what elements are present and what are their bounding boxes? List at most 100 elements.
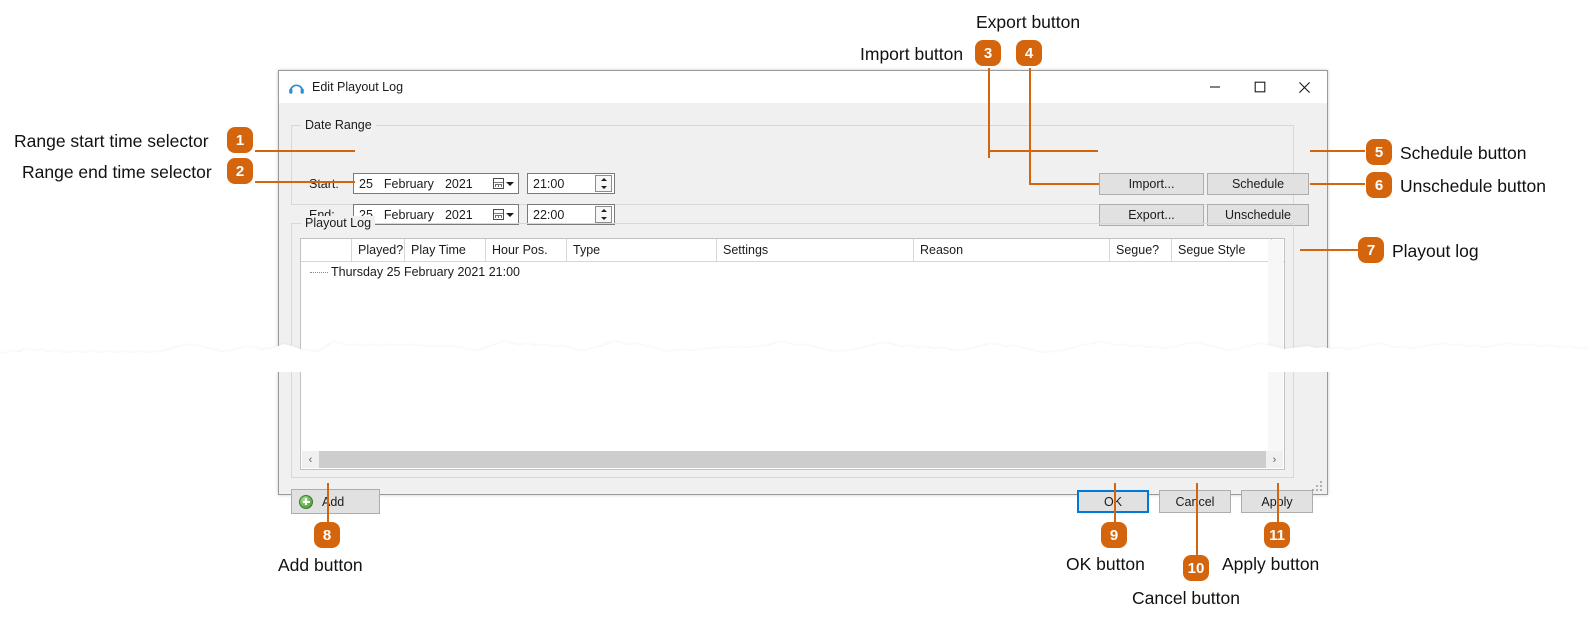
end-time-stepper-up[interactable] (596, 207, 611, 215)
scroll-left-button[interactable]: ‹ (302, 451, 319, 468)
annotation-label-10: Cancel button (1132, 588, 1240, 609)
playout-log-row[interactable]: Thursday 25 February 2021 21:00 (301, 262, 1284, 282)
close-button[interactable] (1282, 71, 1327, 103)
chevron-down-icon (506, 182, 514, 186)
end-time-stepper-down[interactable] (596, 215, 611, 223)
schedule-button[interactable]: Schedule (1207, 173, 1309, 195)
leader-line-4 (1029, 68, 1031, 184)
range-end-date-selector[interactable]: 25 February 2021 (353, 204, 519, 225)
leader-line-5 (1310, 150, 1365, 152)
minimize-icon (1209, 81, 1221, 93)
start-date-year[interactable]: 2021 (445, 177, 473, 191)
leader-line-2 (255, 181, 355, 183)
column-header-settings[interactable]: Settings (717, 239, 914, 261)
column-header-play-time[interactable]: Play Time (405, 239, 486, 261)
range-start-date-selector[interactable]: 25 February 2021 (353, 173, 519, 194)
end-date-year[interactable]: 2021 (445, 208, 473, 222)
annotation-label-11: Apply button (1222, 554, 1319, 575)
end-time-stepper[interactable] (595, 206, 612, 223)
range-start-time-selector[interactable]: 21:00 (527, 173, 615, 194)
playout-log-header-row: Played? Play Time Hour Pos. Type Setting… (301, 239, 1284, 262)
scroll-right-button[interactable]: › (1266, 451, 1283, 468)
add-button-label: Add (322, 495, 344, 509)
annotation-marker-7: 7 (1358, 237, 1384, 263)
resize-grip[interactable] (1312, 479, 1324, 491)
start-date-dropdown-button[interactable] (489, 174, 518, 193)
annotation-label-6: Unschedule button (1400, 176, 1546, 197)
vertical-scrollbar-track[interactable] (1268, 240, 1283, 451)
annotation-marker-10: 10 (1183, 555, 1209, 581)
column-header-hour-pos[interactable]: Hour Pos. (486, 239, 567, 261)
title-bar: Edit Playout Log (279, 71, 1327, 103)
column-header-blank[interactable] (301, 239, 352, 261)
edit-playout-log-dialog: Edit Playout Log Date Rang (278, 70, 1328, 495)
end-time-value[interactable]: 22:00 (528, 208, 595, 222)
column-header-segue[interactable]: Segue? (1110, 239, 1172, 261)
start-date-parts: 25 February 2021 (354, 177, 489, 191)
start-time-stepper-up[interactable] (596, 176, 611, 184)
annotation-marker-3: 3 (975, 40, 1001, 66)
playout-log-row-label: Thursday 25 February 2021 21:00 (331, 265, 520, 279)
chevron-down-icon (506, 213, 514, 217)
horizontal-scrollbar[interactable]: ‹ › (302, 451, 1283, 468)
start-time-stepper[interactable] (595, 175, 612, 192)
range-end-time-selector[interactable]: 22:00 (527, 204, 615, 225)
leader-line-4b (1029, 183, 1099, 185)
cancel-button[interactable]: Cancel (1159, 490, 1231, 513)
start-label: Start: (309, 177, 339, 191)
leader-line-6 (1310, 183, 1365, 185)
annotation-marker-5: 5 (1366, 139, 1392, 165)
column-header-type[interactable]: Type (567, 239, 717, 261)
annotation-label-1: Range start time selector (14, 131, 209, 152)
annotation-label-2: Range end time selector (22, 162, 212, 183)
dialog-body: Date Range Start: 25 February 2021 21:00… (279, 103, 1327, 494)
annotation-marker-1: 1 (227, 127, 253, 153)
leader-line-3 (988, 68, 990, 158)
leader-line-1 (255, 150, 355, 152)
close-icon (1298, 81, 1311, 94)
leader-line-7 (1300, 249, 1360, 251)
playout-log-group: Playout Log Played? Play Time Hour Pos. … (291, 223, 1294, 478)
add-circle-icon (299, 495, 313, 509)
calendar-icon (493, 209, 504, 220)
maximize-button[interactable] (1237, 71, 1282, 103)
leader-line-3b (988, 150, 1098, 152)
column-header-segue-style[interactable]: Segue Style (1172, 239, 1272, 261)
leader-line-9 (1114, 483, 1116, 523)
date-range-group-title: Date Range (301, 118, 376, 132)
annotation-marker-8: 8 (314, 522, 340, 548)
annotation-label-7: Playout log (1392, 241, 1479, 262)
annotation-marker-2: 2 (227, 158, 253, 184)
window-controls (1192, 71, 1327, 103)
annotation-marker-9: 9 (1101, 522, 1127, 548)
annotation-label-4: Export button (976, 12, 1080, 33)
playout-log-group-title: Playout Log (301, 216, 375, 230)
horizontal-scrollbar-thumb[interactable] (319, 451, 1266, 468)
annotation-label-5: Schedule button (1400, 143, 1527, 164)
column-header-reason[interactable]: Reason (914, 239, 1110, 261)
start-time-stepper-down[interactable] (596, 184, 611, 192)
annotation-marker-11: 11 (1264, 522, 1290, 548)
annotation-label-9: OK button (1066, 554, 1145, 575)
start-date-month[interactable]: February (384, 177, 434, 191)
window-title: Edit Playout Log (312, 80, 403, 94)
tree-connector-icon (310, 272, 328, 273)
add-button[interactable]: Add (291, 489, 380, 514)
ok-button[interactable]: OK (1077, 490, 1149, 513)
leader-line-8 (327, 483, 329, 523)
start-time-value[interactable]: 21:00 (528, 177, 595, 191)
annotation-label-8: Add button (278, 555, 363, 576)
maximize-icon (1254, 81, 1266, 93)
annotation-marker-4: 4 (1016, 40, 1042, 66)
start-date-day[interactable]: 25 (359, 177, 373, 191)
import-button[interactable]: Import... (1099, 173, 1204, 195)
column-header-played[interactable]: Played? (352, 239, 405, 261)
playout-log-list[interactable]: Played? Play Time Hour Pos. Type Setting… (300, 238, 1285, 470)
minimize-button[interactable] (1192, 71, 1237, 103)
end-date-dropdown-button[interactable] (489, 205, 518, 224)
end-date-month[interactable]: February (384, 208, 434, 222)
headphones-icon (288, 79, 305, 96)
annotation-marker-6: 6 (1366, 172, 1392, 198)
calendar-icon (493, 178, 504, 189)
annotation-label-3: Import button (860, 44, 963, 65)
